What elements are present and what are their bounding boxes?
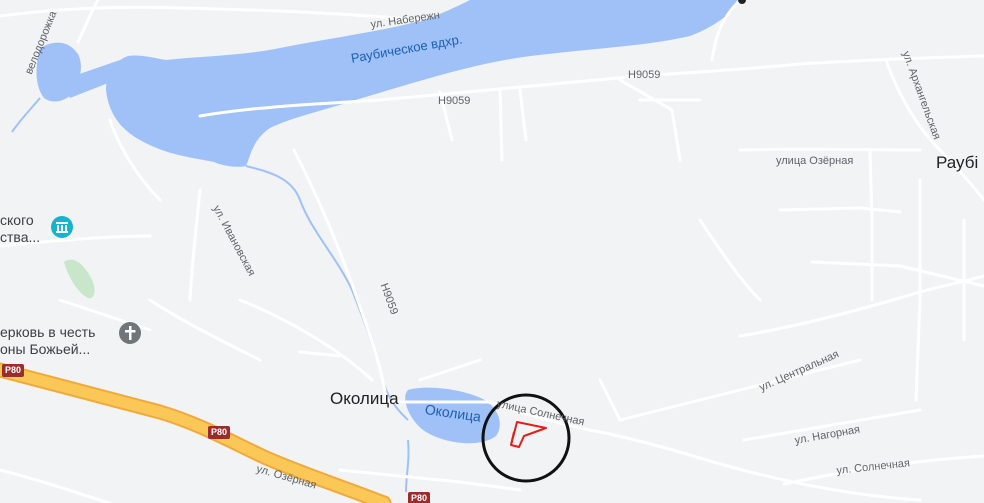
route-shield-p80-west: Р80	[2, 364, 25, 377]
church-poi-line1: ерковь в честь	[0, 324, 96, 340]
museum-icon[interactable]	[51, 216, 73, 238]
town-label[interactable]: Раубі	[936, 154, 978, 171]
church-poi-label[interactable]: ерковь в честь оны Божьей...	[0, 324, 95, 358]
church-cross-icon[interactable]	[119, 322, 141, 344]
museum-poi-line1: ского	[0, 212, 34, 228]
highway-label-h9059-mid: Н9059	[438, 95, 471, 107]
museum-poi-line2: ства...	[0, 229, 41, 245]
map-canvas[interactable]: Раубическое вдхр. Околица Околица Раубі …	[0, 0, 984, 503]
route-shield-p80-south: Р80	[408, 492, 431, 503]
route-shield-p80-mid: Р80	[208, 426, 231, 439]
museum-poi-label[interactable]: ского ства...	[0, 212, 40, 246]
village-label[interactable]: Околица	[330, 390, 399, 407]
street-label-ozernaya-ne: улица Озёрная	[776, 155, 854, 167]
highway-label-h9059-north: Н9059	[628, 69, 661, 81]
church-poi-line2: оны Божьей...	[0, 341, 91, 357]
